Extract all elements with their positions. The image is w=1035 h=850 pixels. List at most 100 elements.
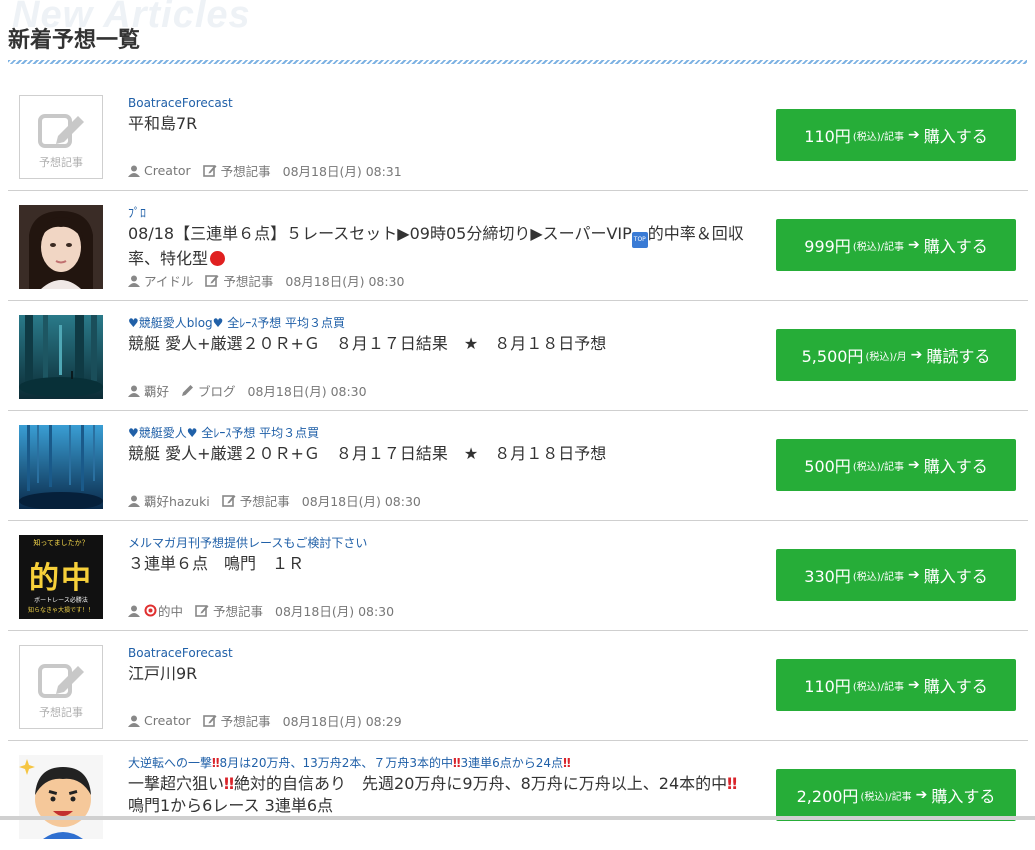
category-label: ブログ	[198, 384, 236, 399]
thumb-text-sub1: ボートレース必勝法	[34, 597, 88, 604]
article-title[interactable]: 08/18【三連単６点】５レースセット▶09時05分締切り▶スーパーVIP TOP…	[128, 223, 748, 270]
article-title[interactable]: 競艇 愛人+厳選２０Ｒ+Ｇ ８月１７日結果 ★ ８月１８日予想	[128, 443, 758, 465]
arrow-right-icon: ➔	[910, 347, 923, 363]
arrow-right-icon: ➔	[907, 127, 920, 143]
button-label: 購入する	[923, 457, 988, 476]
list-item[interactable]: ﾌﾟﾛ 08/18【三連単６点】５レースセット▶09時05分締切り▶スーパーVI…	[8, 191, 1028, 301]
list-item[interactable]: 予想記事 BoatraceForecast 平和島7R Creator 予想記事…	[8, 81, 1028, 191]
arrow-right-icon: ➔	[915, 787, 928, 803]
target-icon	[144, 604, 157, 617]
user-icon	[128, 715, 140, 727]
article-title[interactable]: 一撃超穴狙い‼絶対的自信あり 先週20万舟に9万舟、8万舟に万舟以上、24本的中…	[128, 773, 748, 817]
list-item[interactable]: 知ってましたか？ 的中 ボートレース必勝法 知らなきゃ大損です！！ メルマガ月刊…	[8, 521, 1028, 631]
exclamation-icon: ‼	[224, 774, 235, 793]
author-name[interactable]: アイドル	[144, 271, 193, 290]
purchase-button[interactable]: 110円 (税込)/記事 ➔ 購入する	[776, 109, 1016, 161]
series-link[interactable]: ♥競艇愛人♥ 全ﾚｰｽ予想 平均３点買	[128, 425, 758, 441]
article-title[interactable]: ３連単６点 鳴門 １Ｒ	[128, 553, 758, 575]
series-link[interactable]: BoatraceForecast	[128, 645, 758, 661]
exclamation-icon: ‼	[453, 756, 461, 770]
category-label: 予想記事	[220, 164, 271, 179]
author-name[interactable]: 覇好	[144, 381, 169, 400]
header-divider	[8, 60, 1027, 64]
arrow-right-icon: ➔	[907, 237, 920, 253]
series-link[interactable]: BoatraceForecast	[128, 95, 758, 111]
placeholder-label: 予想記事	[39, 706, 83, 719]
author-name[interactable]: 的中	[158, 601, 183, 620]
author-name[interactable]: Creator	[144, 713, 191, 728]
ocean-thumbnail[interactable]	[19, 425, 103, 509]
purchase-button[interactable]: 999円 (税込)/記事 ➔ 購入する	[776, 219, 1016, 271]
price: 5,500円	[801, 347, 864, 366]
user-icon	[128, 385, 140, 397]
article-meta: 覇好 ブログ 08月18日(月) 08:30	[128, 381, 367, 400]
series-link[interactable]: 大逆転への一撃‼8月は20万舟、13万舟2本、７万舟3本的中‼3連単6点から24…	[128, 755, 758, 771]
user-icon	[128, 605, 140, 617]
price: 110円	[804, 677, 851, 696]
list-item[interactable]: 大逆転への一撃‼8月は20万舟、13万舟2本、７万舟3本的中‼3連単6点から24…	[8, 741, 1028, 850]
list-item[interactable]: ♥競艇愛人♥ 全ﾚｰｽ予想 平均３点買 競艇 愛人+厳選２０Ｒ+Ｇ ８月１７日結…	[8, 411, 1028, 521]
article-title[interactable]: 競艇 愛人+厳選２０Ｒ+Ｇ ８月１７日結果 ★ ８月１８日予想	[128, 333, 758, 355]
author-name[interactable]: Creator	[144, 163, 191, 178]
cartoon-image	[19, 755, 103, 839]
user-icon	[128, 275, 140, 287]
top-badge-icon: TOP	[631, 232, 648, 248]
price-unit: (税込)/記事	[852, 571, 904, 583]
tekichu-thumbnail[interactable]: 知ってましたか？ 的中 ボートレース必勝法 知らなきゃ大損です！！	[19, 535, 103, 619]
section-header: New Articles 新着予想一覧	[0, 0, 1035, 66]
placeholder-thumbnail[interactable]: 予想記事	[19, 645, 103, 729]
portrait-image	[19, 205, 103, 289]
price: 999円	[804, 237, 851, 256]
edit-icon	[202, 715, 217, 727]
thumb-text-top: 知ってましたか？	[33, 539, 89, 547]
cartoon-thumbnail[interactable]	[19, 755, 103, 839]
post-date: 08月18日(月) 08:30	[275, 604, 395, 619]
edit-icon	[38, 114, 84, 148]
article-list: 予想記事 BoatraceForecast 平和島7R Creator 予想記事…	[8, 81, 1028, 850]
forest-thumbnail[interactable]	[19, 315, 103, 399]
article-title[interactable]: 平和島7R	[128, 113, 758, 135]
button-label: 購入する	[923, 677, 988, 696]
article-title[interactable]: 江戸川9R	[128, 663, 758, 685]
purchase-button[interactable]: 500円 (税込)/記事 ➔ 購入する	[776, 439, 1016, 491]
price-unit: (税込)/記事	[852, 241, 904, 253]
arrow-right-icon: ➔	[907, 457, 920, 473]
button-label: 購入する	[923, 237, 988, 256]
purchase-button[interactable]: 110円 (税込)/記事 ➔ 購入する	[776, 659, 1016, 711]
series-link[interactable]: ﾌﾟﾛ	[128, 205, 758, 221]
edit-icon	[202, 165, 217, 177]
purchase-button[interactable]: 330円 (税込)/記事 ➔ 購入する	[776, 549, 1016, 601]
subscribe-button[interactable]: 5,500円 (税込)/月 ➔ 購読する	[776, 329, 1016, 381]
edit-icon	[195, 605, 209, 617]
purchase-button[interactable]: 2,200円 (税込)/記事 ➔ 購入する	[776, 769, 1016, 821]
price: 110円	[804, 127, 851, 146]
red-circle-icon	[210, 251, 226, 266]
placeholder-thumbnail[interactable]: 予想記事	[19, 95, 103, 179]
article-meta: Creator 予想記事 08月18日(月) 08:29	[128, 711, 402, 730]
edit-icon	[221, 495, 236, 507]
portrait-thumbnail[interactable]	[19, 205, 103, 289]
price-unit: (税込)/記事	[852, 461, 904, 473]
article-meta: アイドル 予想記事 08月18日(月) 08:30	[128, 271, 404, 290]
list-item[interactable]: ♥競艇愛人blog♥ 全ﾚｰｽ予想 平均３点買 競艇 愛人+厳選２０Ｒ+Ｇ ８月…	[8, 301, 1028, 411]
author-name[interactable]: 覇好hazuki	[144, 491, 210, 510]
article-meta: 的中 予想記事 08月18日(月) 08:30	[128, 601, 394, 620]
page-title: 新着予想一覧	[8, 28, 141, 53]
price-unit: (税込)/記事	[852, 681, 904, 693]
ocean-image	[19, 425, 103, 509]
pencil-icon	[182, 385, 194, 396]
arrow-right-icon: ➔	[907, 677, 920, 693]
thumb-text-main: 的中	[29, 561, 93, 596]
post-date: 08月18日(月) 08:29	[282, 714, 402, 729]
list-item[interactable]: 予想記事 BoatraceForecast 江戸川9R Creator 予想記事…	[8, 631, 1028, 741]
button-label: 購入する	[923, 567, 988, 586]
edit-icon	[205, 275, 219, 287]
post-date: 08月18日(月) 08:30	[285, 274, 405, 289]
price: 330円	[804, 567, 851, 586]
price-unit: (税込)/月	[865, 351, 907, 363]
series-link[interactable]: メルマガ月刊予想提供レースもご検討下さい	[128, 535, 758, 551]
article-meta: Creator 予想記事 08月18日(月) 08:31	[128, 161, 402, 180]
series-link[interactable]: ♥競艇愛人blog♥ 全ﾚｰｽ予想 平均３点買	[128, 315, 758, 331]
bottom-divider	[0, 816, 1035, 820]
exclamation-icon: ‼	[212, 756, 220, 770]
